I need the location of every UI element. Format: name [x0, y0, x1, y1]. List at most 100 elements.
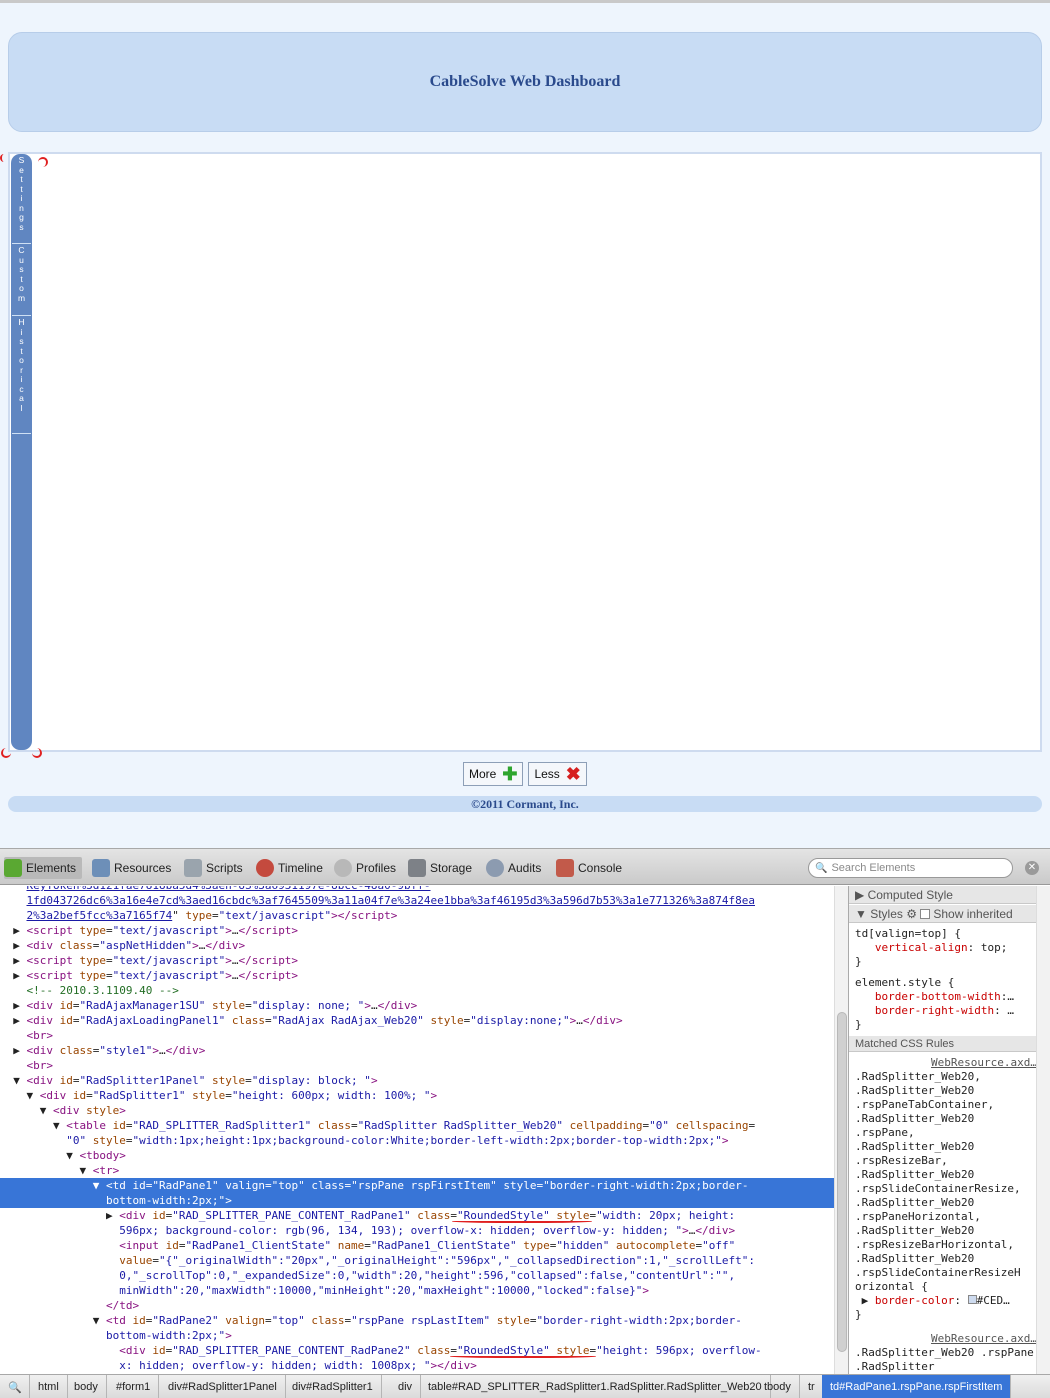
breadcrumb-item[interactable]: div#RadSplitter1Panel — [160, 1375, 286, 1398]
tab-custom[interactable]: Custom — [12, 245, 31, 316]
expand-arrow-icon: ▶ — [855, 887, 868, 902]
annotation-mark-bottom-right — [32, 748, 42, 758]
tab-historical[interactable]: Historical — [12, 317, 31, 434]
css-source-link[interactable]: WebResource.axd… — [849, 1332, 1036, 1346]
dom-line: ▼ <tbody> — [0, 1149, 126, 1162]
devtools-panel: Elements Resources Scripts Timeline Prof… — [0, 848, 1050, 1398]
dom-tree[interactable]: KeyToken%3d121fae7818ba5d4%3aen-US%3a693… — [0, 886, 834, 1374]
css-rule: .RadSplitter_Web20 — [855, 1084, 975, 1097]
search-elements-input[interactable]: 🔍 Search Elements — [808, 858, 1013, 878]
styles-sidebar: ▶ Computed Style ▼ Styles ⚙ Show inherit… — [848, 886, 1036, 1374]
dom-line: ▶ <script type="text/javascript">…</scri… — [0, 924, 299, 937]
dashboard-header: CableSolve Web Dashboard — [8, 32, 1042, 132]
css-rule: .rspSlideContainerResize, — [855, 1182, 1021, 1195]
collapse-arrow-icon: ▼ — [855, 906, 871, 921]
tab-timeline[interactable]: Timeline — [256, 857, 323, 879]
breadcrumb-item[interactable]: tbody — [756, 1375, 800, 1398]
console-icon — [556, 859, 574, 877]
tab-letter: l — [20, 402, 23, 413]
tab-profiles[interactable]: Profiles — [334, 857, 396, 879]
tab-scripts[interactable]: Scripts — [184, 857, 243, 879]
css-rule: border-right-width: … — [874, 1004, 1014, 1017]
dom-line: ▶ <div id="RAD_SPLITTER_PANE_CONTENT_Rad… — [0, 1209, 736, 1222]
dom-line: bottom-width:2px;"> — [105, 1329, 232, 1342]
tab-resources[interactable]: Resources — [92, 857, 171, 879]
styles-header[interactable]: ▼ Styles ⚙ Show inherited — [849, 905, 1036, 923]
dom-line: ▼ <div style> — [0, 1104, 126, 1117]
dom-line: ▼ <div id="RadSplitter1" style="height: … — [0, 1089, 438, 1102]
tab-settings[interactable]: Settings — [12, 155, 31, 244]
more-button[interactable]: More ✚ — [463, 762, 524, 786]
css-rule: vertical-align: top; — [874, 941, 1008, 954]
css-rule: } — [855, 1308, 862, 1321]
search-icon[interactable]: 🔍 — [0, 1375, 30, 1398]
css-rule: .RadSplitter_Web20 — [855, 1140, 975, 1153]
css-rule: .RadSplitter_Web20, — [855, 1070, 981, 1083]
breadcrumb-item[interactable]: body — [66, 1375, 107, 1398]
annotation-mark-bottom-left — [1, 748, 11, 758]
css-rule: .RadSplitter_Web20 — [855, 1112, 975, 1125]
breadcrumb-item[interactable]: div — [390, 1375, 422, 1398]
dom-line: 1fd043726dc6%3a16e4e7cd%3aed16cbdc%3af76… — [26, 894, 755, 907]
dom-line: 2%3a2bef5fcc%3a7165f74" type="text/javas… — [26, 909, 398, 922]
dom-line: KeyToken%3d121fae7818ba5d4%3aen-US%3a693… — [0, 886, 834, 893]
dom-line-selected[interactable]: bottom-width:2px;"> — [0, 1193, 834, 1208]
dom-line: ▶ <script type="text/javascript">…</scri… — [0, 969, 299, 982]
storage-icon — [408, 859, 426, 877]
annotation-underline — [452, 1219, 592, 1223]
sidebar-scrollbar[interactable] — [1036, 886, 1050, 1374]
dom-line: ▶ <div class="style1">…</div> — [0, 1044, 206, 1057]
css-rule: .rspPane, — [855, 1126, 915, 1139]
breadcrumb-item[interactable]: div#RadSplitter1 — [284, 1375, 382, 1398]
scrollbar-thumb[interactable] — [837, 1012, 847, 1352]
page-title: CableSolve Web Dashboard — [429, 73, 621, 90]
dom-line: 0,"_scrollTop":0,"_expandedSize":0,"widt… — [119, 1269, 736, 1282]
dom-line: ▶ <div class="aspNetHidden">…</div> — [0, 939, 246, 952]
tab-audits[interactable]: Audits — [486, 857, 541, 879]
gear-icon[interactable]: ⚙ — [903, 907, 920, 921]
dom-line: ▼ <table id="RAD_SPLITTER_RadSplitter1" … — [0, 1119, 756, 1132]
close-icon[interactable]: ✕ — [1025, 861, 1039, 875]
checkbox[interactable] — [920, 908, 931, 919]
css-rule: .rspSlideContainerResizeH — [855, 1266, 1021, 1279]
dom-line: x: hidden; overflow-y: hidden; width: 10… — [119, 1359, 477, 1372]
tab-console[interactable]: Console — [556, 857, 622, 879]
css-rule: .RadSplitter — [855, 1360, 935, 1373]
breadcrumb-item[interactable]: tr — [800, 1375, 824, 1398]
breadcrumb-item[interactable]: td#RadPane1.rspPane.rspFirstItem — [822, 1375, 1012, 1398]
tab-storage[interactable]: Storage — [408, 857, 472, 879]
dom-line: ▼ <td id="RadPane2" valign="top" class="… — [0, 1314, 742, 1327]
breadcrumb-item[interactable]: html — [30, 1375, 68, 1398]
dom-line: <!-- 2010.3.1109.40 --> — [26, 984, 179, 997]
tab-elements[interactable]: Elements — [4, 857, 83, 879]
matched-rules-header: Matched CSS Rules — [849, 1036, 1036, 1052]
css-rule: .rspResizeBarHorizontal, — [855, 1238, 1014, 1251]
dom-line: ▼ <div id="RadSplitter1Panel" style="dis… — [0, 1074, 378, 1087]
less-button[interactable]: Less ✖ — [528, 762, 587, 786]
dom-line: <br> — [26, 1059, 54, 1072]
dom-line-selected[interactable]: ▼ <td id="RadPane1" valign="top" class="… — [0, 1178, 834, 1193]
css-rule: .rspPaneTabContainer, — [855, 1098, 995, 1111]
more-button-label: More — [469, 767, 497, 781]
plus-icon: ✚ — [502, 764, 518, 784]
css-rule: element.style { — [855, 976, 955, 989]
css-rule: .RadSplitter_Web20 .rspPane, — [855, 1346, 1036, 1359]
copyright-text: ©2011 Cormant, Inc. — [471, 796, 579, 811]
browser-top-edge — [0, 0, 1050, 3]
computed-style-header[interactable]: ▶ Computed Style — [849, 886, 1036, 904]
dom-line: <input id="RadPane1_ClientState" name="R… — [119, 1239, 736, 1252]
css-source-link[interactable]: WebResource.axd… — [849, 1056, 1036, 1070]
dom-line: minWidth":20,"maxWidth":10000,"minHeight… — [119, 1284, 650, 1297]
breadcrumb-item[interactable]: #form1 — [108, 1375, 160, 1398]
dom-line: ▼ <tr> — [0, 1164, 120, 1177]
dom-line: "0" style="width:1px;height:1px;backgrou… — [66, 1134, 729, 1147]
rad-splitter: Settings Custom Historical — [8, 152, 1042, 752]
css-rule: .RadSplitter_Web20 — [855, 1252, 975, 1265]
dom-line: <br> — [26, 1029, 54, 1042]
dom-line: ▶ <div id="RadAjaxManager1SU" style="dis… — [0, 999, 418, 1012]
color-swatch — [967, 1295, 977, 1304]
css-rule: td[valign=top] { — [855, 927, 961, 940]
close-icon: ✖ — [565, 764, 581, 784]
dom-tree-scrollbar[interactable] — [834, 886, 848, 1374]
breadcrumb-item[interactable]: table#RAD_SPLITTER_RadSplitter1.RadSplit… — [420, 1375, 771, 1398]
